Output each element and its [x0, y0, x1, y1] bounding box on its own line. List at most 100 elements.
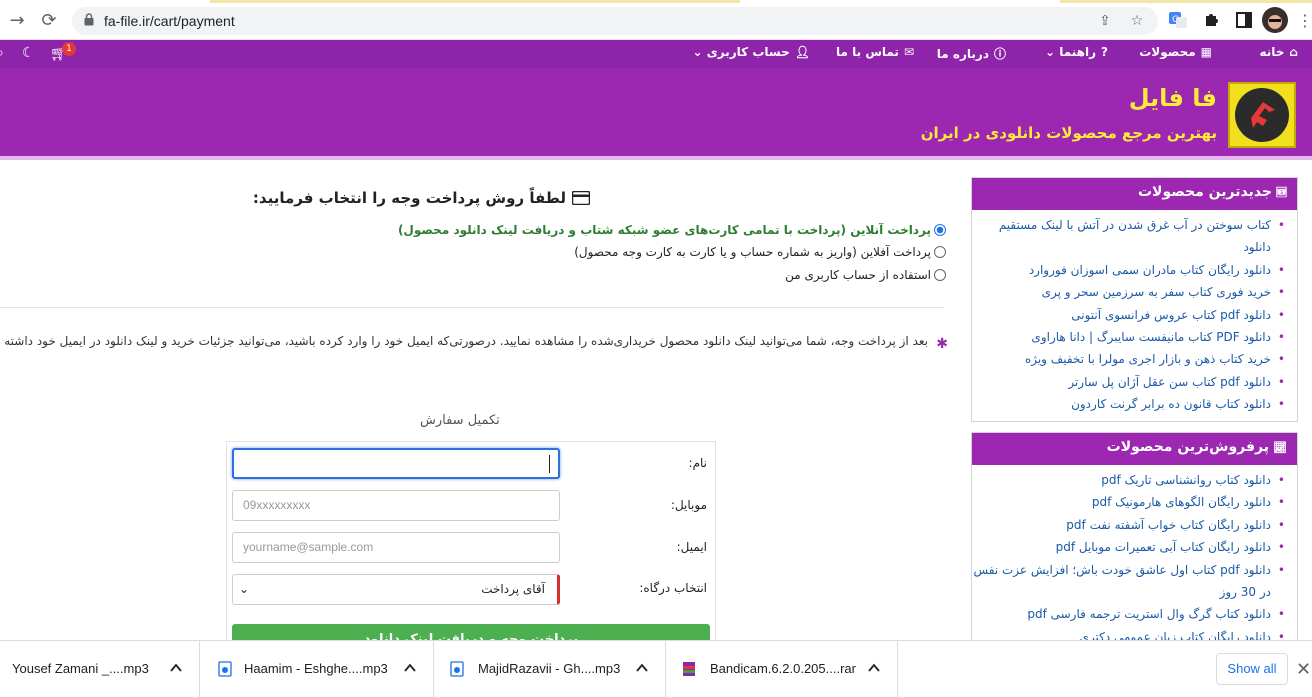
chevron-down-icon: ⌄	[1044, 45, 1056, 59]
best-selling-header: 📈︎پرفروش‌ترین محصولات	[972, 433, 1297, 465]
info-icon: ⓘ	[993, 47, 1006, 61]
question-icon: ?	[1101, 45, 1108, 59]
gateway-selected-value: آقای پرداخت	[481, 582, 545, 596]
payment-option-account[interactable]: استفاده از حساب کاربری من	[785, 268, 946, 282]
mobile-label: موبایل:	[670, 498, 707, 512]
nav-contact[interactable]: ✉ تماس با ما	[836, 45, 914, 59]
chevron-down-icon: ⌄	[239, 582, 250, 596]
payment-option-offline-label: پرداخت آفلاین (واریز به شماره حساب و یا …	[574, 245, 931, 259]
email-label: ایمیل:	[676, 540, 707, 554]
logo-f-mark	[1251, 102, 1275, 128]
side-panel-icon[interactable]	[1234, 10, 1254, 30]
asterisk-icon: ✱	[936, 336, 948, 352]
chevron-up-icon[interactable]	[170, 663, 182, 673]
extensions-puzzle-icon[interactable]	[1202, 10, 1222, 30]
payment-option-account-label: استفاده از حساب کاربری من	[785, 268, 931, 282]
downloads-bar: Yousef Zamani _....mp3 Haamim - Eshghe..…	[0, 640, 1312, 697]
gateway-label: انتخاب درگاه:	[639, 581, 707, 595]
list-item[interactable]: دانلود کتاب گرگ وال استریت ترجمه فارسی p…	[972, 603, 1285, 626]
payment-option-offline[interactable]: پرداخت آفلاین (واریز به شماره حساب و یا …	[574, 245, 946, 259]
payment-option-online-label: پرداخت آنلاین (پرداخت با تمامی کارت‌های …	[397, 223, 931, 237]
list-item[interactable]: دانلود pdf کتاب سن عقل آژان پل سارتر	[972, 371, 1285, 394]
name-label: نام:	[688, 456, 707, 470]
dark-mode-moon-icon[interactable]: ☾	[22, 45, 35, 61]
radio-account[interactable]	[934, 269, 946, 281]
nav-help[interactable]: ? راهنما ⌄	[1045, 45, 1108, 59]
newest-products-title: جدیدترین محصولات	[1137, 184, 1272, 200]
nav-help-label: راهنما	[1059, 45, 1097, 59]
site-logo[interactable]	[1228, 82, 1296, 148]
list-item[interactable]: خرید کتاب ذهن و بازار اجری مولرا با تخفی…	[972, 348, 1285, 371]
search-icon[interactable]: ⌕	[0, 45, 4, 61]
envelope-icon: ✉	[903, 45, 914, 59]
list-item[interactable]: دانلود pdf کتاب عروس فرانسوی آنتونی	[972, 304, 1285, 327]
lock-icon	[84, 13, 94, 26]
gateway-select[interactable]: آقای پرداخت ⌄	[232, 574, 560, 605]
nav-account[interactable]: 👤︎ حساب کاربری ⌄	[693, 45, 810, 59]
payment-option-online[interactable]: پرداخت آنلاین (پرداخت با تمامی کارت‌های …	[398, 223, 946, 237]
payment-note: ✱ بعد از پرداخت وجه، شما می‌توانید لینک …	[0, 330, 948, 352]
reload-icon[interactable]: ⟳	[36, 8, 62, 34]
archive-file-icon	[683, 662, 695, 676]
bookmark-star-icon[interactable]: ☆	[1128, 12, 1146, 30]
grid-icon: ▦	[1200, 45, 1212, 59]
order-form-title: تکمیل سفارش	[420, 413, 500, 428]
show-all-downloads-button[interactable]: Show all	[1216, 653, 1288, 685]
list-item[interactable]: دانلود رایگان کتاب آبی تعمیرات موبایل pd…	[972, 536, 1285, 559]
list-item[interactable]: خرید فوری کتاب سفر به سرزمین سحر و پری	[972, 281, 1285, 304]
back-arrow-icon[interactable]: →	[4, 8, 30, 34]
radio-online[interactable]	[934, 224, 946, 236]
address-bar[interactable]: fa-file.ir/cart/payment ⇪ ☆	[72, 7, 1158, 35]
site-banner: فا فایل بهترین مرجع محصولات دانلودی در ا…	[0, 68, 1312, 160]
list-item[interactable]: دانلود کتاب روانشناسی تاریک pdf	[972, 469, 1285, 492]
audio-file-icon	[450, 661, 464, 677]
nav-home[interactable]: ⌂ خانه	[1259, 45, 1298, 59]
profile-avatar[interactable]	[1262, 7, 1288, 33]
share-icon[interactable]: ⇪	[1096, 12, 1114, 30]
chevron-up-icon[interactable]	[404, 663, 416, 673]
chevron-up-icon[interactable]	[636, 663, 648, 673]
list-item[interactable]: دانلود کتاب قانون ده برابر گرنت کاردون	[972, 393, 1285, 416]
audio-file-icon	[218, 661, 232, 677]
new-badge-icon: 🆕︎	[1276, 186, 1287, 199]
download-filename: Yousef Zamani _....mp3	[12, 661, 149, 676]
download-filename: Bandicam.6.2.0.205....rar	[710, 661, 856, 676]
download-item[interactable]: MajidRazavii - Gh....mp3	[434, 641, 666, 697]
nav-products[interactable]: ▦ محصولات	[1139, 45, 1212, 59]
list-item[interactable]: کتاب سوختن در آب غرق شدن در آتش با لینک …	[972, 214, 1285, 259]
site-name: فا فایل	[1128, 84, 1217, 112]
chevron-up-icon[interactable]	[868, 663, 880, 673]
list-item[interactable]: دانلود رایگان کتاب خواب آشفته نفت pdf	[972, 514, 1285, 537]
payment-panel: لطفاً روش پرداخت وجه را انتخاب فرمایید: …	[0, 177, 956, 656]
download-filename: MajidRazavii - Gh....mp3	[478, 661, 621, 676]
nav-about-label: درباره ما	[936, 47, 989, 61]
browser-menu-icon[interactable]: ⋮	[1292, 8, 1312, 34]
download-item[interactable]: Bandicam.6.2.0.205....rar	[666, 641, 898, 697]
divider	[0, 307, 944, 308]
list-item[interactable]: دانلود pdf کتاب اول عاشق خودت باش؛ افزای…	[972, 559, 1285, 604]
nav-about[interactable]: ⓘ درباره ما	[937, 45, 1006, 62]
download-item[interactable]: Haamim - Eshghe....mp3	[200, 641, 434, 697]
tab-strip-edge	[0, 0, 1312, 3]
email-input[interactable]: yourname@sample.com	[232, 532, 560, 563]
download-item[interactable]: Yousef Zamani _....mp3	[0, 641, 200, 697]
list-item[interactable]: دانلود رایگان الگوهای هارمونیک pdf	[972, 491, 1285, 514]
nav-contact-label: تماس با ما	[836, 45, 899, 59]
payment-method-title: لطفاً روش پرداخت وجه را انتخاب فرمایید:	[253, 189, 590, 207]
radio-offline[interactable]	[934, 246, 946, 258]
cart-count-badge: 1	[62, 42, 76, 56]
best-selling-list: دانلود کتاب روانشناسی تاریک pdf دانلود ر…	[972, 465, 1297, 649]
url-text: fa-file.ir/cart/payment	[104, 13, 235, 29]
payment-title-text: لطفاً روش پرداخت وجه را انتخاب فرمایید:	[252, 189, 566, 207]
translate-icon[interactable]: G	[1168, 10, 1188, 30]
name-input[interactable]	[232, 448, 560, 479]
home-icon: ⌂	[1289, 45, 1298, 59]
list-item[interactable]: دانلود رایگان کتاب مادران سمی اسوزان فور…	[972, 259, 1285, 282]
newest-products-header: 🆕︎ جدیدترین محصولات	[972, 178, 1297, 210]
mobile-input[interactable]: 09xxxxxxxxx	[232, 490, 560, 521]
list-item[interactable]: دانلود PDF کتاب مانیفست سایبرگ | دانا ها…	[972, 326, 1285, 349]
user-icon: 👤︎	[794, 45, 810, 59]
site-navigation: ⌂ خانه ▦ محصولات ? راهنما ⌄ ⓘ درباره ما ✉ تما…	[0, 40, 1312, 68]
close-icon[interactable]: ✕	[1296, 659, 1312, 680]
browser-toolbar: → ⟳ fa-file.ir/cart/payment ⇪ ☆ G ⋮	[0, 0, 1312, 40]
